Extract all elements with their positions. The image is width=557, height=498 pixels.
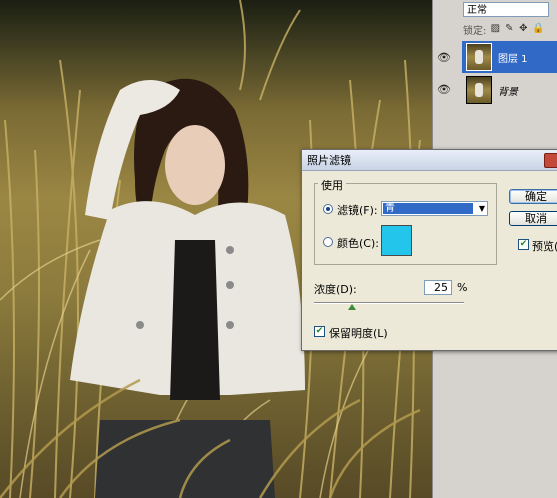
close-button[interactable] <box>544 153 557 168</box>
filter-select[interactable]: 青 ▼ <box>381 201 488 216</box>
lock-row: 锁定: ▨ ✎ ✥ 🔒 <box>463 21 545 37</box>
ok-button[interactable]: 确定 <box>509 189 557 204</box>
lock-transparency-icon[interactable]: ▨ <box>490 24 500 34</box>
lock-label: 锁定: <box>463 25 487 37</box>
color-swatch[interactable] <box>381 225 412 256</box>
filter-radio[interactable] <box>323 204 333 214</box>
layer-thumbnail <box>466 43 492 71</box>
layer-thumbnail <box>466 76 492 104</box>
layer-visibility-eye-icon[interactable]: 👁 <box>436 51 452 65</box>
cancel-button[interactable]: 取消 <box>509 211 557 226</box>
preview-label: 预览(P) <box>532 240 557 253</box>
layer-row-layer1[interactable]: 图层 1 <box>462 41 557 73</box>
photo-filter-dialog: 照片滤镜 使用 滤镜(F): 青 ▼ 颜色(C): 浓度(D): 25 % ✔ … <box>301 149 557 351</box>
layer-name: 背景 <box>498 86 518 98</box>
color-radio[interactable] <box>323 237 333 247</box>
filter-option-label: 滤镜(F): <box>337 204 378 217</box>
density-input[interactable]: 25 <box>424 280 452 295</box>
preserve-luminosity-label: 保留明度(L) <box>329 327 388 340</box>
dialog-title-bar[interactable]: 照片滤镜 <box>302 150 557 171</box>
density-label: 浓度(D): <box>314 283 357 296</box>
dialog-title: 照片滤镜 <box>307 154 351 167</box>
filter-select-value: 青 <box>383 203 473 214</box>
density-slider-thumb[interactable] <box>347 304 356 310</box>
layer-row-background[interactable]: 背景 <box>462 74 557 106</box>
background-visibility-eye-icon[interactable]: 👁 <box>436 83 452 97</box>
chevron-down-icon[interactable]: ▼ <box>479 204 485 214</box>
color-option-label: 颜色(C): <box>337 237 379 250</box>
density-slider-track[interactable] <box>314 302 464 304</box>
preview-checkbox[interactable]: ✔ <box>518 239 529 250</box>
layer-name: 图层 1 <box>498 53 528 65</box>
lock-pixels-icon[interactable]: ✎ <box>504 24 514 34</box>
lock-position-icon[interactable]: ✥ <box>518 24 528 34</box>
preserve-luminosity-checkbox[interactable]: ✔ <box>314 326 325 337</box>
lock-all-icon[interactable]: 🔒 <box>532 24 544 34</box>
density-unit: % <box>457 281 468 294</box>
use-group-label: 使用 <box>318 177 346 193</box>
blend-mode-select[interactable]: 正常 <box>463 2 549 17</box>
